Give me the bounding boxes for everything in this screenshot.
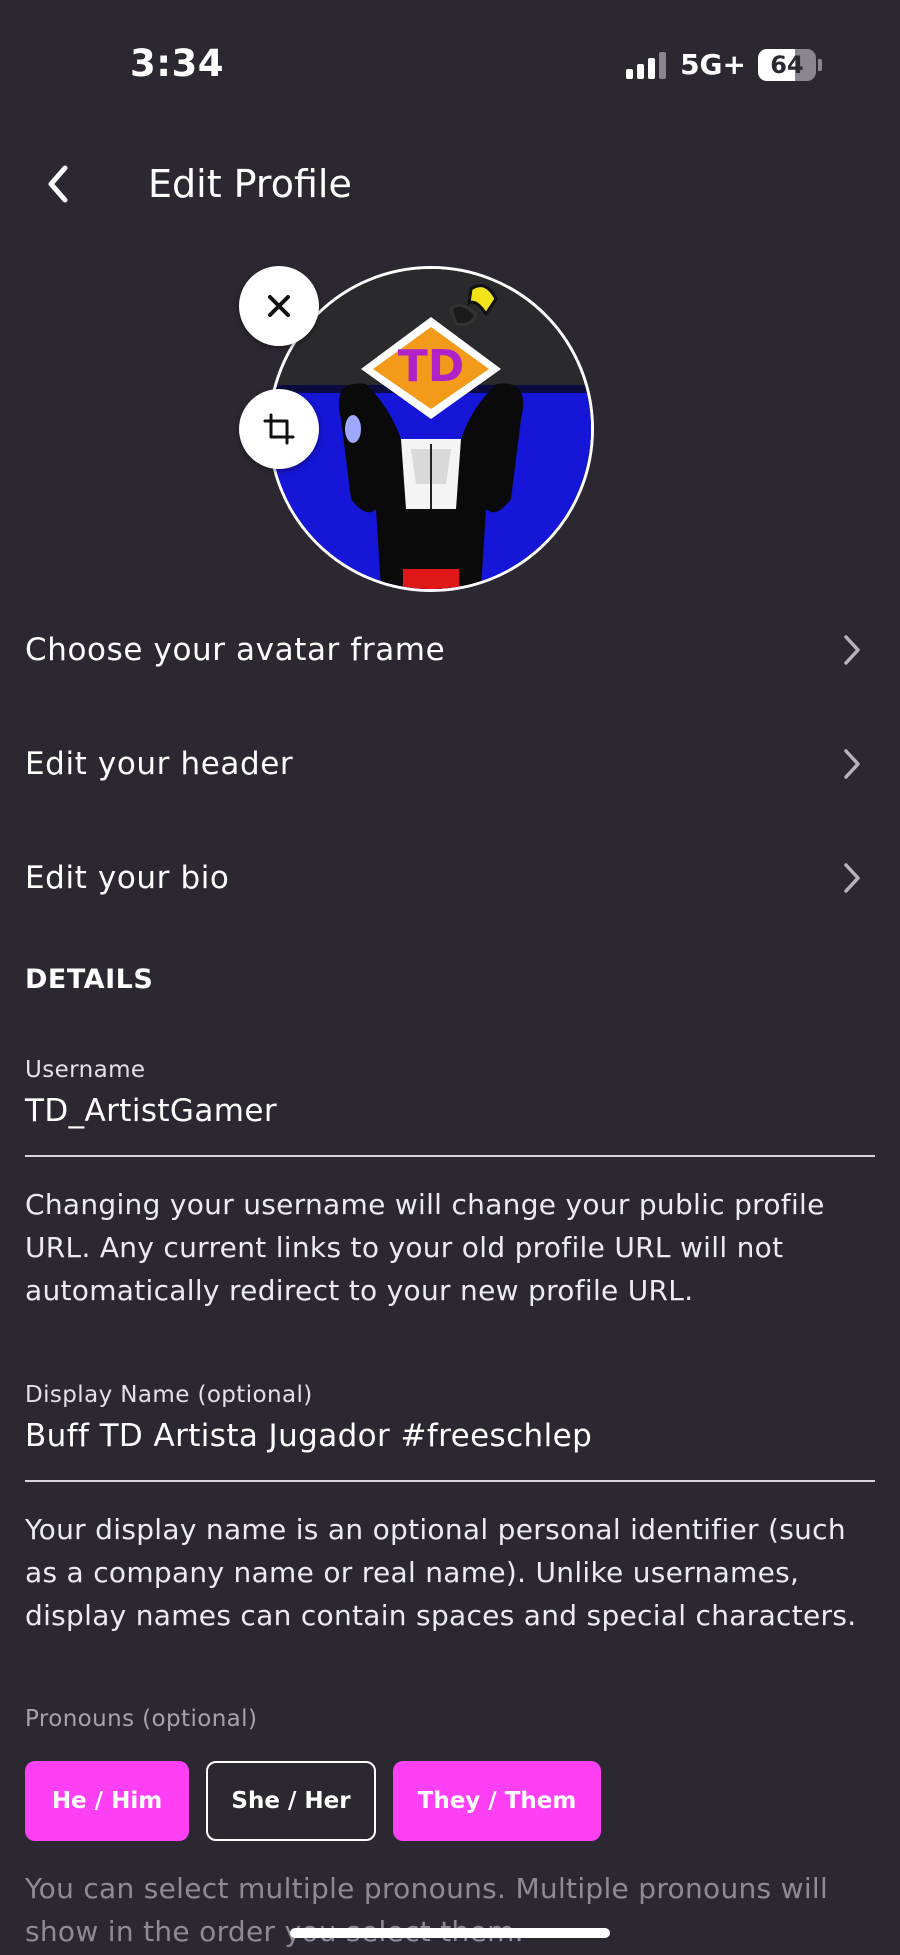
status-indicators: 5G+ 64 xyxy=(626,48,822,81)
cellular-signal-icon xyxy=(626,51,667,79)
field-underline xyxy=(25,1155,875,1157)
remove-avatar-button[interactable] xyxy=(239,266,319,346)
close-icon xyxy=(268,295,290,317)
edit-header-row[interactable]: Edit your header xyxy=(25,724,875,804)
section-title-details: DETAILS xyxy=(25,964,154,995)
field-underline xyxy=(25,1480,875,1482)
display-name-input[interactable]: Buff TD Artista Jugador #freeschlep xyxy=(25,1418,875,1454)
top-bar: Edit Profile xyxy=(0,140,900,230)
back-button[interactable] xyxy=(32,158,84,210)
page-title: Edit Profile xyxy=(148,162,352,206)
home-indicator[interactable] xyxy=(290,1928,610,1938)
avatar-artwork: TD xyxy=(271,269,591,589)
field-label: Username xyxy=(25,1057,146,1083)
avatar-frame-row[interactable]: Choose your avatar frame xyxy=(25,610,875,690)
pronoun-he-him-button[interactable]: He / Him xyxy=(25,1761,189,1841)
svg-text:TD: TD xyxy=(398,341,465,392)
battery-percent: 64 xyxy=(770,50,804,79)
crop-icon xyxy=(263,413,295,445)
field-label: Display Name (optional) xyxy=(25,1382,313,1408)
chevron-right-icon xyxy=(837,749,867,779)
menu-label: Choose your avatar frame xyxy=(25,632,446,668)
username-field[interactable]: Username TD_ArtistGamer xyxy=(25,1057,875,1157)
display-name-help-text: Your display name is an optional persona… xyxy=(25,1513,857,1632)
network-type: 5G+ xyxy=(680,48,746,81)
menu-label: Edit your bio xyxy=(25,860,230,896)
status-bar: 3:34 5G+ 64 xyxy=(0,0,900,130)
menu-label: Edit your header xyxy=(25,746,294,782)
battery-icon: 64 xyxy=(758,48,816,81)
chevron-right-icon xyxy=(837,863,867,893)
username-help-text: Changing your username will change your … xyxy=(25,1188,825,1307)
edit-bio-row[interactable]: Edit your bio xyxy=(25,838,875,918)
display-name-field[interactable]: Display Name (optional) Buff TD Artista … xyxy=(25,1382,875,1482)
chevron-right-icon xyxy=(837,635,867,665)
chevron-left-icon xyxy=(48,165,68,203)
pronouns-label: Pronouns (optional) xyxy=(25,1706,258,1732)
username-input[interactable]: TD_ArtistGamer xyxy=(25,1093,875,1129)
pronoun-she-her-button[interactable]: She / Her xyxy=(206,1761,376,1841)
battery-cap xyxy=(818,58,822,71)
crop-avatar-button[interactable] xyxy=(239,389,319,469)
status-time: 3:34 xyxy=(130,42,225,85)
pronouns-help-text: You can select multiple pronouns. Multip… xyxy=(25,1872,829,1948)
pronoun-they-them-button[interactable]: They / Them xyxy=(393,1761,601,1841)
